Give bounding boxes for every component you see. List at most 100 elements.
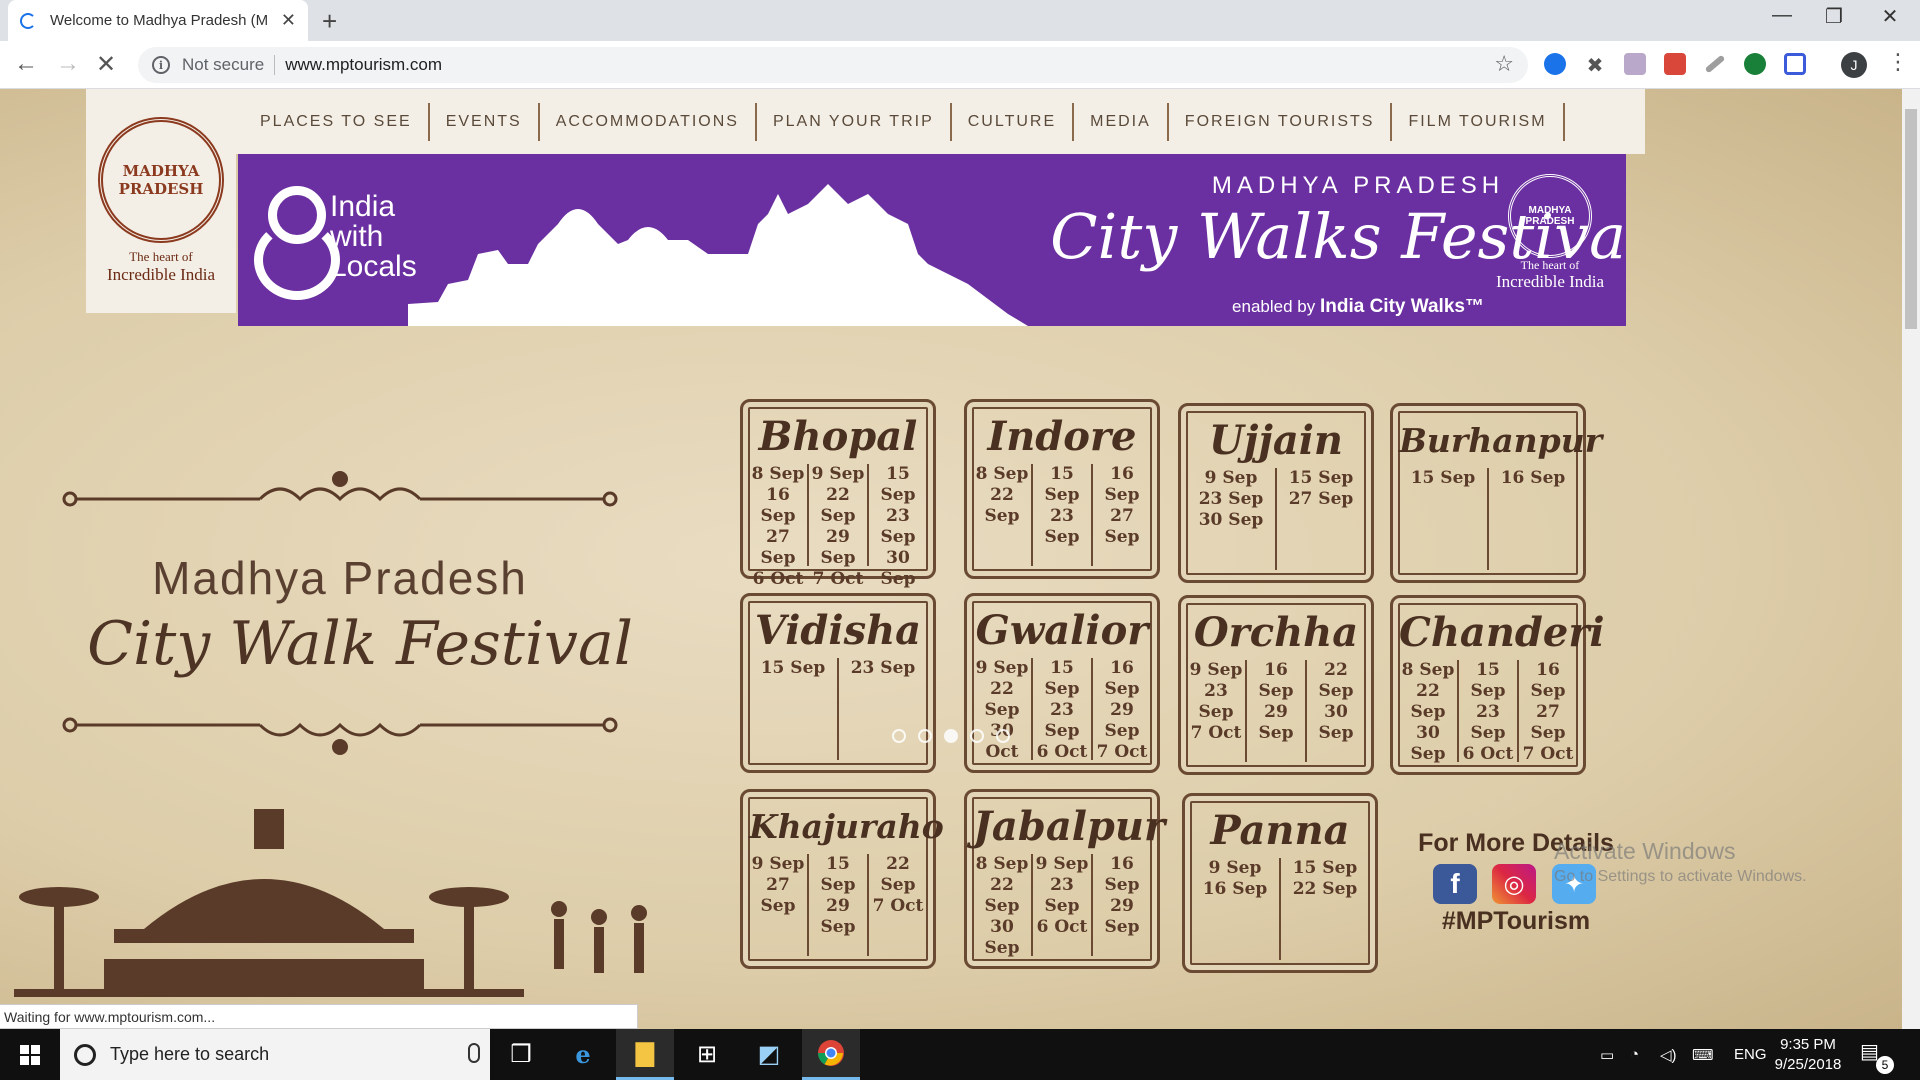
city-name: Khajuraho	[749, 807, 944, 846]
bottom-flourish-ornament	[62, 717, 618, 755]
restore-button[interactable]: ❐	[1804, 4, 1864, 29]
chrome-icon[interactable]	[802, 1029, 860, 1080]
browser-menu-icon[interactable]: ⋮	[1887, 49, 1909, 75]
extension-cross-icon[interactable]: ✖	[1584, 53, 1606, 77]
windows-taskbar: Type here to search ❒ e ▇ ⊞ ◩ ▭ ◔ ◁) ⌨ E…	[0, 1029, 1920, 1080]
walk-date: 9 Sep	[1208, 858, 1262, 878]
new-tab-button[interactable]: +	[322, 6, 337, 37]
task-view-icon[interactable]: ❒	[492, 1029, 550, 1080]
nav-foreign-tourists[interactable]: FOREIGN TOURISTS	[1169, 102, 1393, 141]
mp-tourism-logo[interactable]: MADHYA PRADESH The heart of Incredible I…	[86, 89, 236, 313]
walk-date: 15 Sep	[1044, 464, 1080, 505]
nav-events[interactable]: EVENTS	[430, 102, 540, 141]
walk-date: 23 Sep	[1198, 489, 1264, 509]
profile-avatar[interactable]: J	[1841, 52, 1867, 78]
city-name: Vidisha	[754, 607, 922, 654]
date-column: 15 Sep 23 Sep	[1033, 464, 1093, 566]
date-column: 8 Sep 22 Sep 30 Sep	[973, 854, 1033, 958]
extension-bug-icon[interactable]	[1624, 53, 1646, 75]
city-card-indore: Indore 8 Sep 22 Sep 15 Sep 23 Sep 16 Sep 27 Se…	[964, 399, 1160, 579]
city-walks-banner[interactable]: India with Locals MADHYA PRADESH City Wa…	[238, 154, 1626, 326]
walk-date: 27 Sep	[1288, 489, 1354, 509]
city-dates: 15 Sep 23 Sep	[749, 658, 927, 760]
nav-culture[interactable]: CULTURE	[952, 102, 1075, 141]
scrollbar-thumb[interactable]	[1905, 109, 1917, 329]
walk-date: 22 Sep	[1318, 660, 1354, 701]
microphone-icon[interactable]	[468, 1043, 480, 1063]
instagram-icon[interactable]: ◎	[1492, 864, 1536, 904]
walk-date: 7 Oct	[1190, 723, 1242, 743]
close-window-button[interactable]: ✕	[1860, 4, 1920, 29]
site-navigation: PLACES TO SEE EVENTS ACCOMMODATIONS PLAN…	[236, 89, 1645, 154]
walk-date: 6 Oct	[1036, 917, 1088, 937]
walk-date: 6 Oct	[752, 569, 804, 589]
notes-app-icon[interactable]: ◩	[740, 1029, 798, 1080]
start-button[interactable]	[0, 1029, 60, 1080]
walk-date: 30 Sep	[1198, 510, 1264, 530]
keyboard-icon[interactable]: ⌨	[1692, 1029, 1714, 1080]
mp-seal-icon: MADHYA PRADESH	[98, 117, 224, 243]
city-dates: 9 Sep 27 Sep 15 Sep 29 Sep 22 Sep 7 Oct	[749, 854, 927, 956]
bookmark-star-icon[interactable]: ☆	[1494, 51, 1514, 77]
taskbar-search-box[interactable]: Type here to search	[60, 1029, 490, 1080]
close-tab-icon[interactable]: ✕	[281, 10, 296, 31]
extension-search-icon[interactable]	[1544, 53, 1566, 75]
nav-places-to-see[interactable]: PLACES TO SEE	[244, 102, 430, 141]
banner-sub-prefix: enabled by	[1232, 297, 1316, 316]
tab-strip: Welcome to Madhya Pradesh (M ✕ + — ❐ ✕	[0, 0, 1920, 41]
loading-spinner-icon	[20, 12, 36, 29]
page-scrollbar[interactable]	[1902, 89, 1920, 1029]
city-name: Gwalior	[975, 607, 1149, 654]
store-icon[interactable]: ⊞	[678, 1029, 736, 1080]
walk-date: 16 Sep	[1500, 468, 1566, 488]
extension-green-icon[interactable]	[1744, 53, 1766, 75]
banner-brand-line3: Locals	[330, 250, 417, 283]
carousel-dot-3[interactable]	[944, 729, 958, 743]
extension-puzzle-icon[interactable]	[1664, 53, 1686, 75]
walk-date: 15 Sep	[1288, 468, 1354, 488]
city-card-khajuraho: Khajuraho 9 Sep 27 Sep 15 Sep 29 Sep 22 Sep 7 …	[740, 789, 944, 969]
walk-date: 22 Sep	[984, 485, 1020, 526]
date-column: 16 Sep 27 Sep	[1093, 464, 1151, 566]
address-bar[interactable]: i Not secure www.mptourism.com ☆	[138, 47, 1528, 83]
nav-media[interactable]: MEDIA	[1074, 102, 1169, 141]
carousel-dot-5[interactable]	[996, 729, 1010, 743]
date-column: 8 Sep 16 Sep 27 Sep 6 Oct	[749, 464, 809, 589]
banner-sub-brand: India City Walks™	[1319, 296, 1484, 317]
walk-date: 22 Sep	[1410, 681, 1446, 722]
forward-button[interactable]: →	[56, 50, 80, 78]
taskbar-clock[interactable]: 9:35 PM 9/25/2018	[1758, 1035, 1858, 1075]
taskbar-search-placeholder: Type here to search	[110, 1044, 270, 1064]
city-dates: 9 Sep 23 Sep 30 Sep 15 Sep 27 Sep	[1187, 468, 1365, 570]
date-column: 9 Sep 23 Sep 7 Oct	[1187, 660, 1247, 762]
browser-tab[interactable]: Welcome to Madhya Pradesh (M ✕	[8, 0, 308, 41]
carousel-dot-1[interactable]	[892, 729, 906, 743]
info-icon[interactable]: i	[152, 56, 170, 74]
edge-browser-icon[interactable]: e	[554, 1029, 612, 1080]
date-column: 8 Sep 22 Sep	[973, 464, 1033, 566]
carousel-dot-2[interactable]	[918, 729, 932, 743]
back-button[interactable]: ←	[14, 50, 38, 78]
walk-date: 7 Oct	[812, 569, 864, 589]
walk-date: 30 Sep	[880, 548, 916, 589]
network-icon[interactable]: ◔	[1630, 1029, 1639, 1080]
city-name: Burhanpur	[1399, 421, 1603, 460]
carousel-indicators	[892, 729, 1010, 743]
extension-crop-icon[interactable]	[1784, 53, 1806, 75]
walk-date: 29 Sep	[820, 896, 856, 937]
nav-film-tourism[interactable]: FILM TOURISM	[1392, 102, 1565, 141]
sanchi-stupa-illustration	[14, 809, 647, 997]
stop-loading-button[interactable]: ✕	[96, 50, 116, 79]
nav-accommodations[interactable]: ACCOMMODATIONS	[540, 102, 757, 141]
file-explorer-icon[interactable]: ▇	[616, 1029, 674, 1080]
city-name: Chanderi	[1399, 609, 1605, 656]
nav-plan-your-trip[interactable]: PLAN YOUR TRIP	[757, 102, 952, 141]
walk-date: 29 Sep	[1104, 896, 1140, 937]
carousel-dot-4[interactable]	[970, 729, 984, 743]
volume-icon[interactable]: ◁)	[1660, 1029, 1677, 1080]
battery-icon[interactable]: ▭	[1600, 1029, 1614, 1080]
extension-pen-icon[interactable]	[1704, 54, 1726, 74]
minimize-button[interactable]: —	[1752, 4, 1812, 27]
url-text[interactable]: www.mptourism.com	[285, 55, 442, 75]
facebook-icon[interactable]: f	[1433, 864, 1477, 904]
